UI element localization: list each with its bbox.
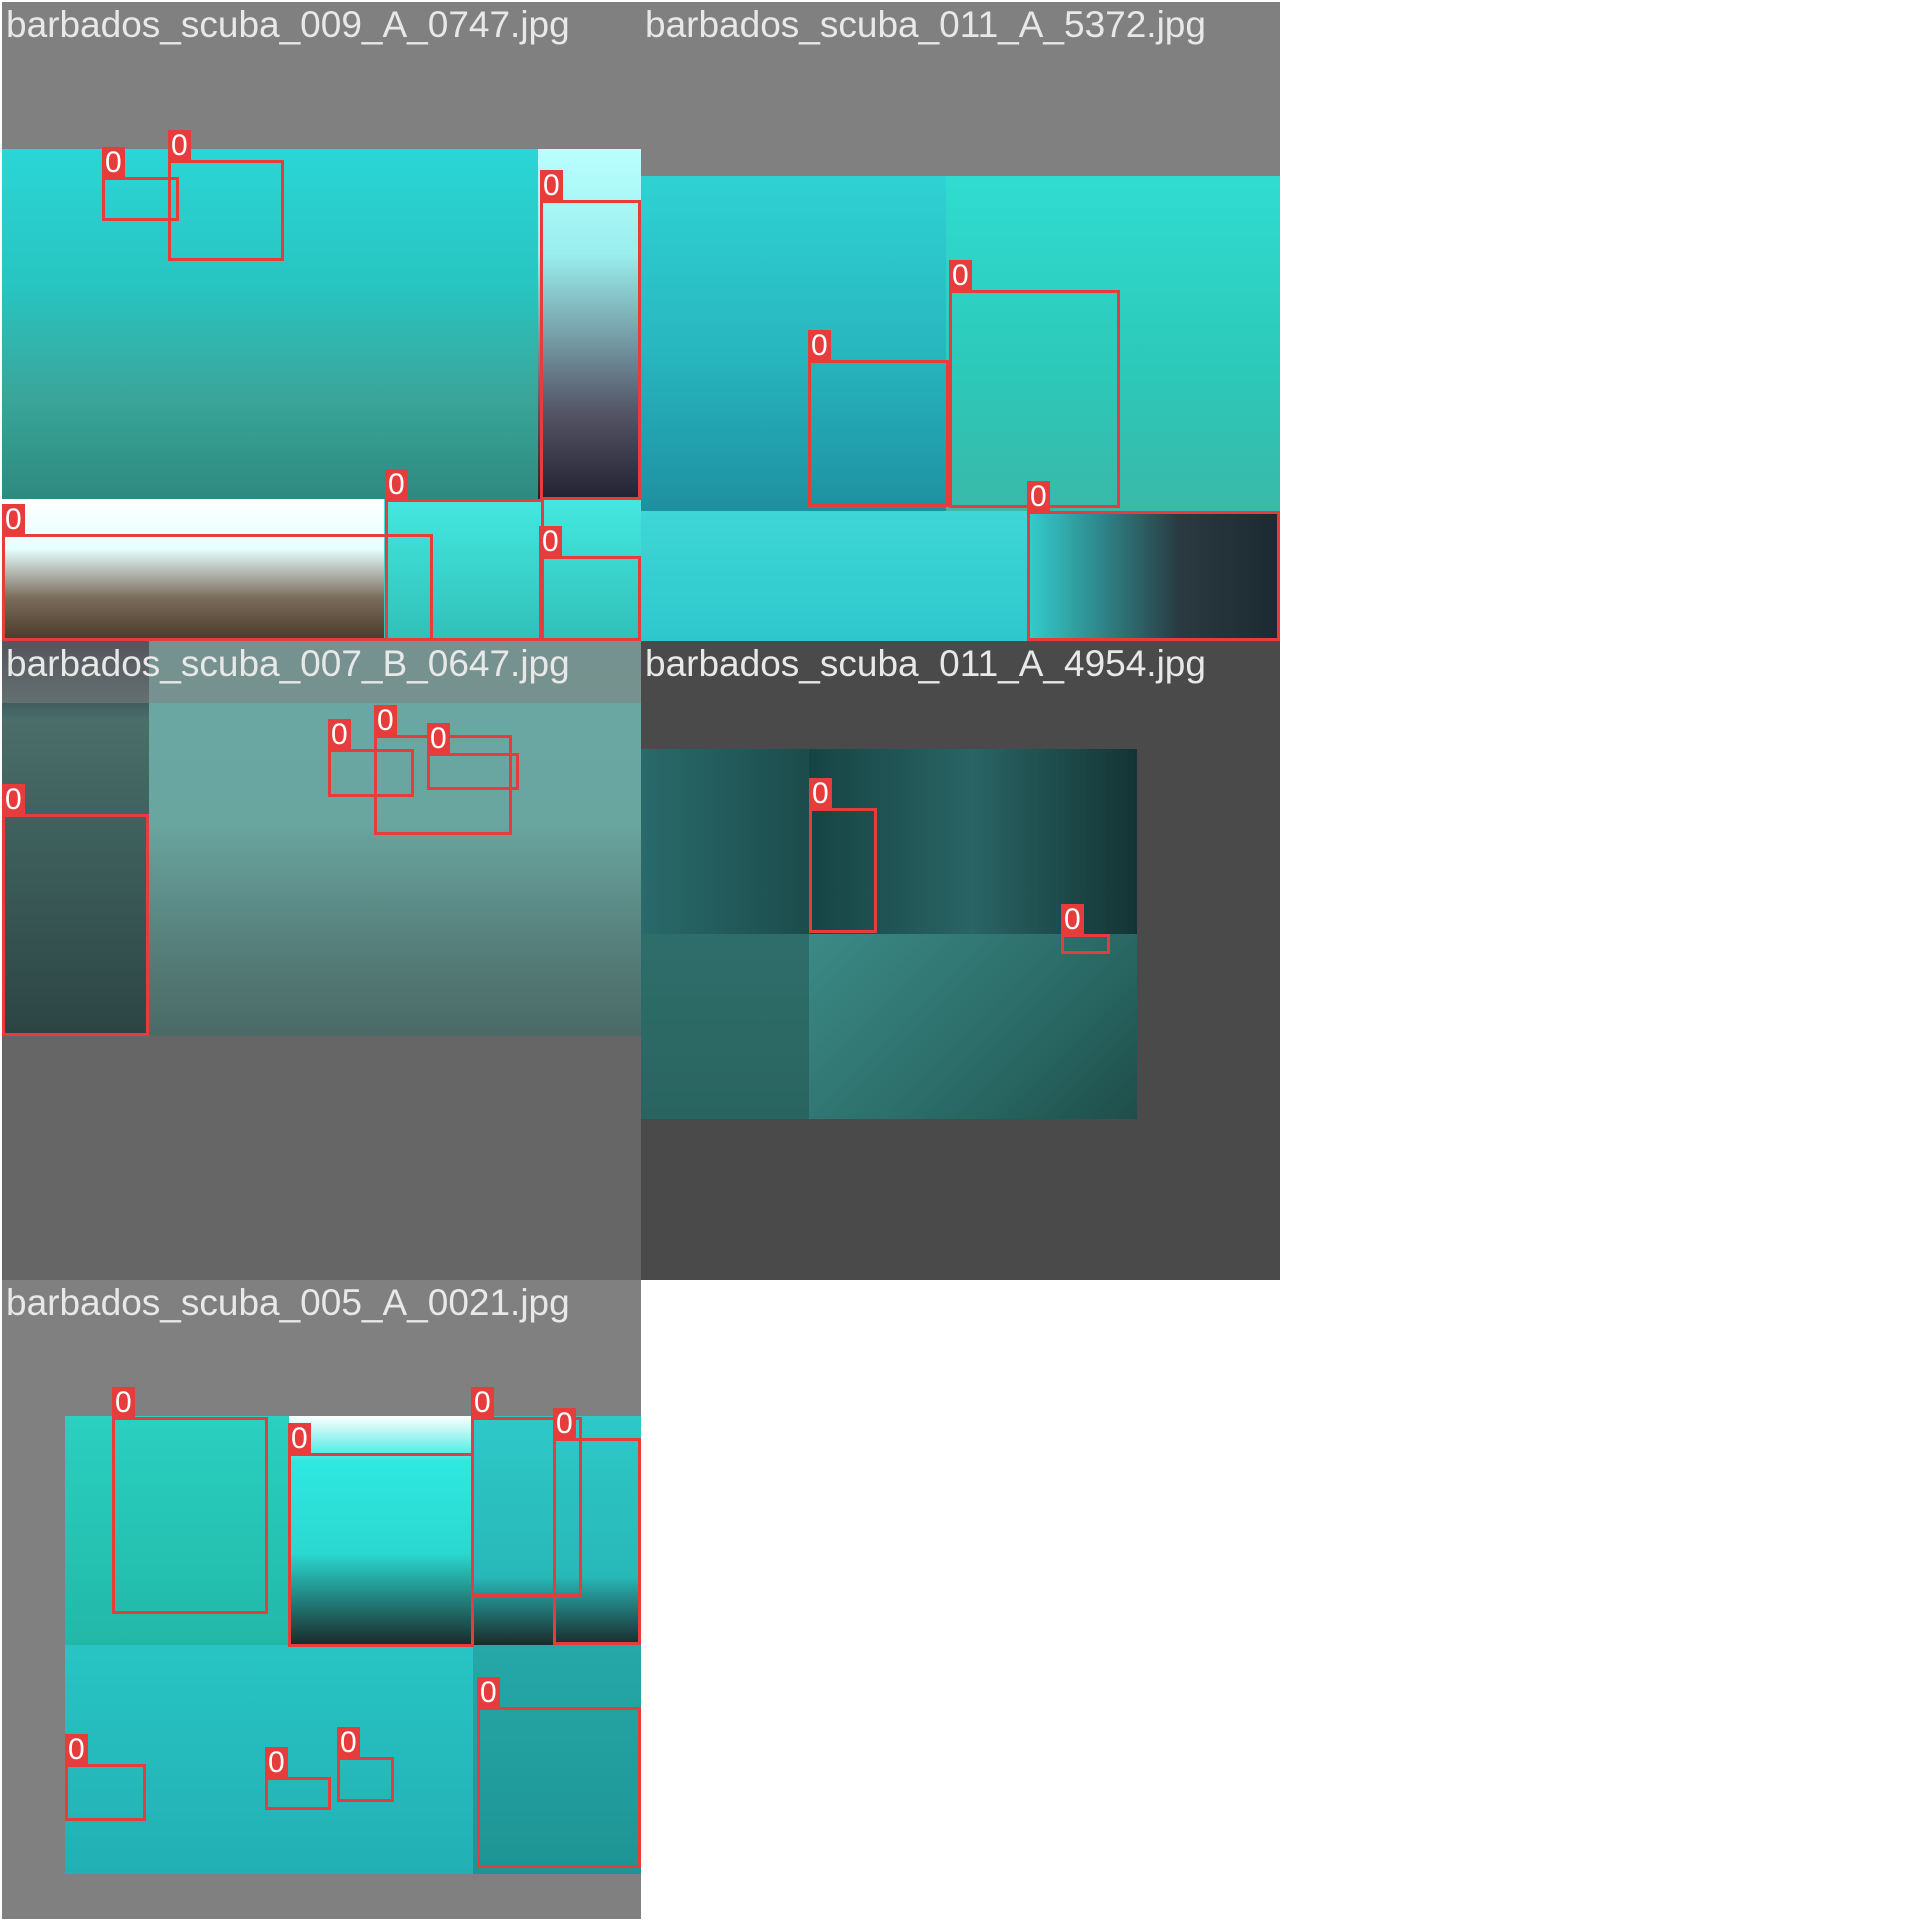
- underwater-photo: [641, 934, 809, 1119]
- detection-box: 0: [288, 1423, 474, 1647]
- image-filename: barbados_scuba_011_A_4954.jpg: [645, 643, 1206, 684]
- detection-box: 0: [477, 1677, 641, 1868]
- mosaic-tile-2: barbados_scuba_007_B_0647.jpg 0 0 0 0: [2, 641, 641, 1280]
- class-label: 0: [288, 1423, 311, 1455]
- mosaic-tile-4: barbados_scuba_005_A_0021.jpg 0 0 0 0 0 …: [2, 1280, 641, 1919]
- mosaic-tile-0: barbados_scuba_009_A_0747.jpg 0 0 0 0 0 …: [2, 2, 641, 641]
- detection-box: 0: [337, 1727, 394, 1802]
- detection-box: 0: [168, 130, 284, 261]
- underwater-photo: [809, 934, 1137, 1119]
- class-label: 0: [1027, 481, 1050, 513]
- detection-box: 0: [553, 1408, 641, 1645]
- class-label: 0: [328, 719, 351, 751]
- class-label: 0: [949, 260, 972, 292]
- detection-box: 0: [2, 504, 433, 641]
- detection-box: 0: [809, 778, 877, 933]
- class-label: 0: [102, 147, 125, 179]
- detection-box: 0: [1061, 904, 1110, 954]
- class-label: 0: [265, 1747, 288, 1779]
- detection-box: 0: [112, 1387, 268, 1614]
- class-label: 0: [471, 1387, 494, 1419]
- detection-box: 0: [1027, 481, 1280, 641]
- mosaic-tile-1: barbados_scuba_011_A_5372.jpg 0 0 0: [641, 2, 1280, 641]
- class-label: 0: [539, 526, 562, 558]
- image-filename: barbados_scuba_007_B_0647.jpg: [6, 643, 570, 684]
- class-label: 0: [168, 130, 191, 162]
- detection-box: 0: [949, 260, 1120, 508]
- class-label: 0: [477, 1677, 500, 1709]
- image-filename: barbados_scuba_011_A_5372.jpg: [645, 4, 1206, 45]
- class-label: 0: [374, 705, 397, 737]
- class-label: 0: [808, 330, 831, 362]
- class-label: 0: [540, 170, 563, 202]
- image-filename: barbados_scuba_009_A_0747.jpg: [6, 4, 570, 45]
- class-label: 0: [553, 1408, 576, 1440]
- class-label: 0: [385, 469, 408, 501]
- detection-box: 0: [427, 723, 519, 790]
- class-label: 0: [2, 504, 25, 536]
- detection-box: 0: [808, 330, 949, 507]
- detection-box: 0: [385, 469, 544, 641]
- class-label: 0: [65, 1734, 88, 1766]
- class-label: 0: [2, 784, 25, 816]
- detection-box: 0: [539, 526, 641, 641]
- detection-box: 0: [540, 170, 641, 500]
- class-label: 0: [112, 1387, 135, 1419]
- detection-box: 0: [2, 784, 149, 1036]
- class-label: 0: [427, 723, 450, 755]
- detection-box: 0: [265, 1747, 331, 1810]
- underwater-photo: [641, 749, 809, 934]
- mosaic-tile-3: barbados_scuba_011_A_4954.jpg 0 0: [641, 641, 1280, 1280]
- class-label: 0: [809, 778, 832, 810]
- class-label: 0: [337, 1727, 360, 1759]
- image-filename: barbados_scuba_005_A_0021.jpg: [6, 1282, 570, 1323]
- detection-box: 0: [65, 1734, 146, 1821]
- class-label: 0: [1061, 904, 1084, 936]
